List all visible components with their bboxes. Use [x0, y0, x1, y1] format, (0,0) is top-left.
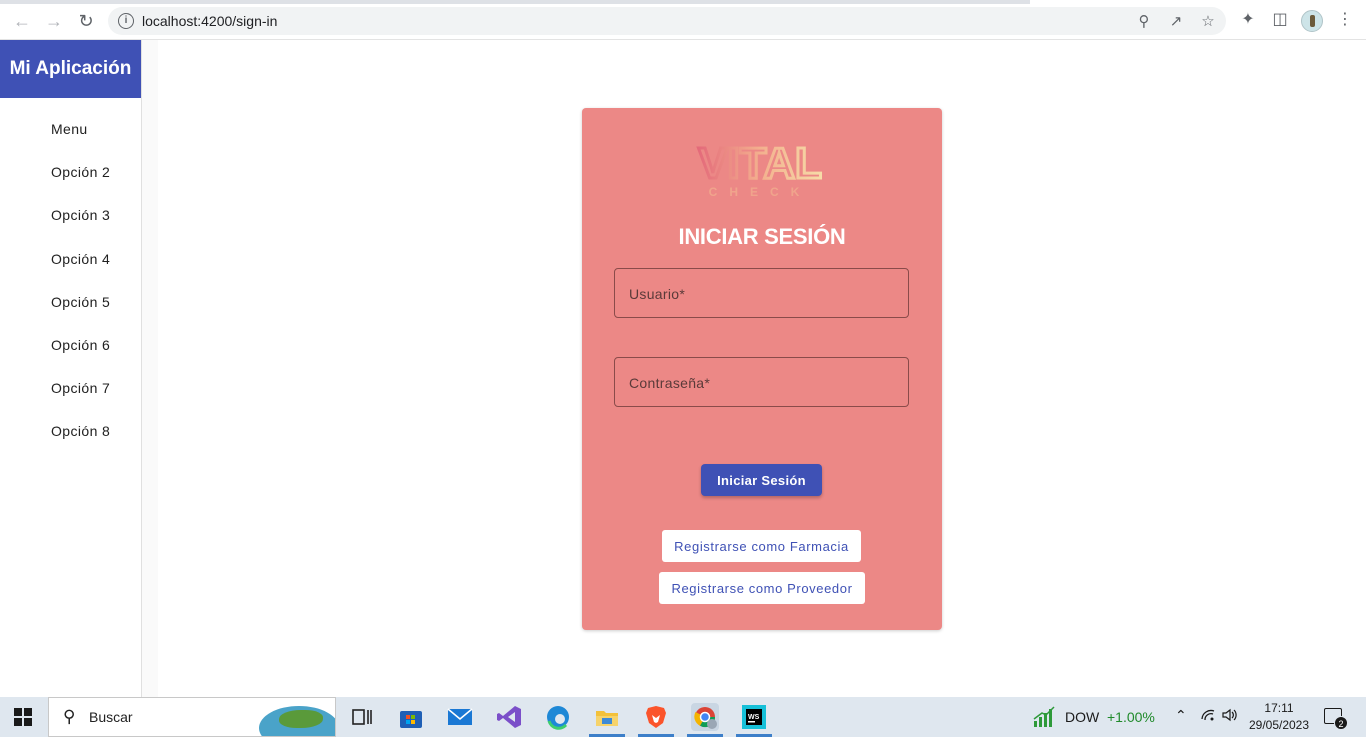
- password-input[interactable]: [615, 358, 908, 406]
- sidebar-item-opcion-3[interactable]: Opción 3: [0, 205, 141, 248]
- chrome-browser-icon[interactable]: [687, 703, 723, 737]
- forward-icon[interactable]: →: [43, 10, 65, 32]
- register-pharmacy-button[interactable]: Registrarse como Farmacia: [662, 530, 861, 562]
- taskbar-search-placeholder[interactable]: Buscar: [89, 709, 133, 725]
- username-field[interactable]: Usuario*: [614, 268, 909, 318]
- visual-studio-icon[interactable]: [495, 703, 523, 731]
- back-icon[interactable]: ←: [11, 10, 33, 32]
- wifi-icon[interactable]: [1200, 707, 1216, 726]
- sidebar: Mi Aplicación Menu Opción 2 Opción 3 Opc…: [0, 40, 142, 697]
- system-clock[interactable]: 17:11 29/05/2023: [1247, 700, 1311, 734]
- brave-browser-icon[interactable]: [638, 703, 674, 737]
- share-icon[interactable]: ↗: [1167, 13, 1185, 31]
- tab-strip: [0, 0, 1366, 4]
- side-panel-icon[interactable]: ◫: [1270, 10, 1290, 30]
- sidebar-menu: Menu Opción 2 Opción 3 Opción 4 Opción 5…: [0, 119, 141, 465]
- svg-text:VITAL: VITAL: [698, 139, 822, 188]
- password-field[interactable]: Contraseña*: [614, 357, 909, 407]
- sign-in-button[interactable]: Iniciar Sesión: [701, 464, 822, 496]
- address-url[interactable]: localhost:4200/sign-in: [142, 13, 277, 29]
- search-highlight-image: [259, 706, 335, 736]
- ticker-name: DOW: [1065, 709, 1100, 725]
- clock-time: 17:11: [1264, 701, 1294, 715]
- svg-text:WS: WS: [748, 714, 760, 721]
- volume-icon[interactable]: [1221, 707, 1239, 726]
- bookmark-star-icon[interactable]: ☆: [1199, 13, 1217, 31]
- reload-icon[interactable]: ↻: [75, 10, 97, 32]
- stock-chart-icon: [1033, 706, 1055, 727]
- sidebar-item-opcion-8[interactable]: Opción 8: [0, 421, 141, 464]
- browser-toolbar: ← → ↻ i localhost:4200/sign-in ⚲ ↗ ☆ ✦ ◫…: [0, 0, 1366, 40]
- microsoft-store-icon[interactable]: [397, 703, 425, 731]
- taskbar: ⚲ Buscar WS DOW +1.00% ⌃ 17:11 29/05/202…: [0, 697, 1366, 737]
- content-gutter: [142, 40, 158, 697]
- username-input[interactable]: [615, 269, 908, 317]
- mail-icon[interactable]: [446, 703, 474, 731]
- login-title: INICIAR SESIÓN: [678, 224, 846, 249]
- login-card: VITAL CHECK INICIAR SESIÓN Usuario* Cont…: [582, 108, 942, 630]
- sidebar-item-opcion-4[interactable]: Opción 4: [0, 249, 141, 292]
- svg-text:CHECK: CHECK: [709, 185, 812, 199]
- menu-kebab-icon[interactable]: ⋮: [1335, 10, 1355, 30]
- edge-browser-icon[interactable]: [544, 703, 572, 731]
- webstorm-icon[interactable]: WS: [736, 703, 772, 737]
- register-supplier-button[interactable]: Registrarse como Proveedor: [659, 572, 865, 604]
- taskbar-search[interactable]: ⚲ Buscar: [48, 697, 336, 737]
- extensions-icon[interactable]: ✦: [1238, 10, 1258, 30]
- app-brand: Mi Aplicación: [0, 40, 141, 98]
- ticker-change: +1.00%: [1107, 709, 1155, 725]
- sidebar-item-opcion-2[interactable]: Opción 2: [0, 162, 141, 205]
- search-icon: ⚲: [63, 707, 76, 726]
- clock-date: 29/05/2023: [1248, 718, 1310, 732]
- sidebar-item-menu[interactable]: Menu: [0, 119, 141, 162]
- zoom-icon[interactable]: ⚲: [1135, 13, 1153, 31]
- site-info-icon[interactable]: i: [118, 13, 134, 29]
- profile-avatar[interactable]: [1301, 10, 1323, 32]
- sidebar-item-opcion-5[interactable]: Opción 5: [0, 292, 141, 335]
- sidebar-item-opcion-6[interactable]: Opción 6: [0, 335, 141, 378]
- task-view-icon[interactable]: [348, 703, 376, 731]
- notification-count-badge: 2: [1334, 716, 1348, 730]
- file-explorer-icon[interactable]: [589, 703, 625, 737]
- windows-start-icon[interactable]: [14, 708, 32, 726]
- chevron-up-icon[interactable]: ⌃: [1175, 707, 1187, 724]
- address-bar[interactable]: i localhost:4200/sign-in ⚲ ↗ ☆: [108, 7, 1226, 35]
- vital-check-logo: VITAL CHECK: [697, 138, 824, 199]
- sidebar-item-opcion-7[interactable]: Opción 7: [0, 378, 141, 421]
